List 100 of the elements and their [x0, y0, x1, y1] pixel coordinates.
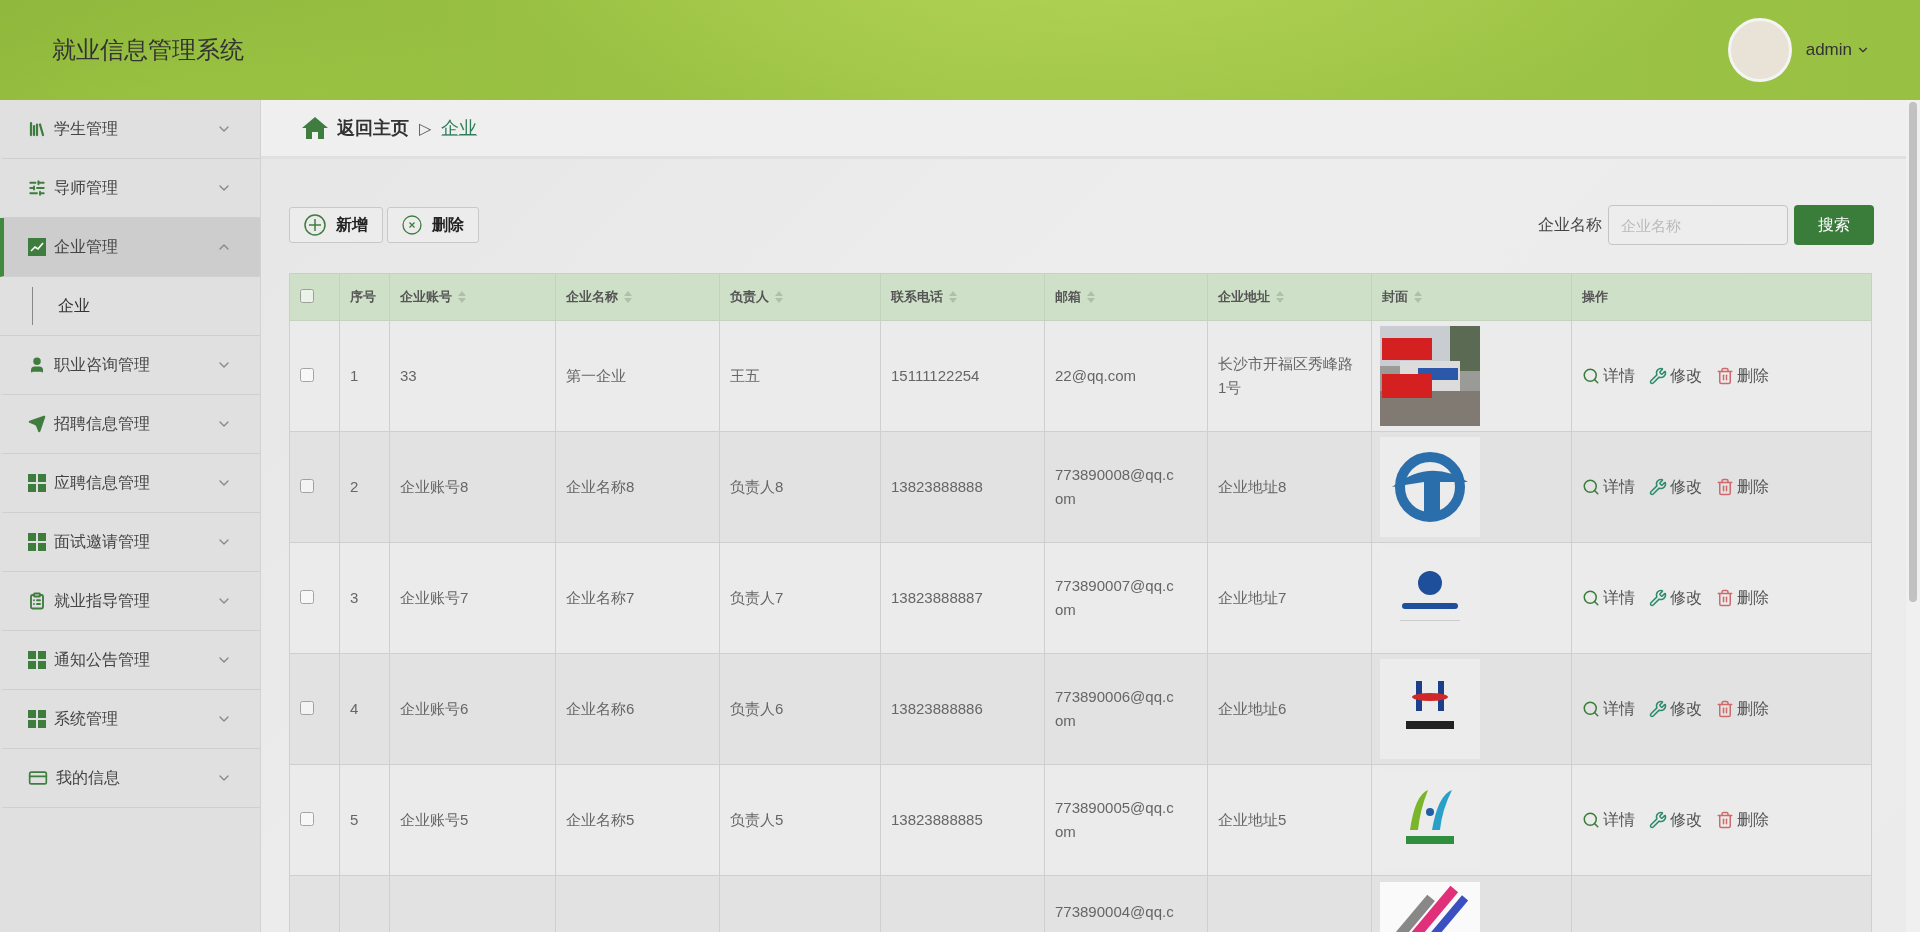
action-link[interactable]: 详情	[1582, 698, 1635, 720]
sort-icon[interactable]	[624, 291, 632, 303]
column-header[interactable]: 邮箱	[1044, 273, 1208, 321]
index-cell-text: 1	[350, 366, 360, 386]
search-icon	[1582, 700, 1600, 718]
sort-icon[interactable]	[1087, 291, 1095, 303]
index-cell-text: 4	[350, 699, 360, 719]
table-cell-text: 773890006@qq.com	[1055, 687, 1175, 731]
sort-icon[interactable]	[1276, 291, 1284, 303]
action-link[interactable]: 删除	[1716, 365, 1769, 387]
table-cell-text: 33	[400, 366, 418, 386]
grid-icon	[28, 710, 46, 728]
column-title: 企业地址	[1218, 288, 1270, 306]
table-cell-text: 王五	[730, 366, 761, 386]
action-link[interactable]: 修改	[1649, 698, 1702, 720]
clipboard-icon	[28, 592, 46, 610]
action-link[interactable]: 详情	[1582, 809, 1635, 831]
action-link[interactable]: 修改	[1649, 476, 1702, 498]
action-link[interactable]: 删除	[1716, 587, 1769, 609]
sidebar-item[interactable]: 企业管理	[0, 218, 260, 277]
trash-icon	[1716, 811, 1734, 829]
search-button[interactable]: 搜索	[1794, 205, 1874, 245]
search-icon	[1582, 589, 1600, 607]
search-label: 企业名称	[1538, 214, 1602, 235]
table-cell-text: 773890008@qq.com	[1055, 465, 1175, 509]
breadcrumb-separator: ▷	[419, 118, 432, 138]
row-checkbox[interactable]	[300, 589, 314, 604]
row-checkbox[interactable]	[300, 700, 314, 715]
action-link[interactable]: 修改	[1649, 365, 1702, 387]
column-header[interactable]: 企业名称	[555, 273, 720, 321]
table-cell-text: 负责人5	[730, 810, 785, 830]
row-checkbox[interactable]	[300, 478, 314, 493]
user-menu[interactable]: admin	[1805, 40, 1870, 60]
index-cell-text: 3	[350, 588, 360, 608]
sort-icon[interactable]	[458, 291, 466, 303]
search-icon	[1582, 367, 1600, 385]
sort-icon[interactable]	[949, 291, 957, 303]
column-header[interactable]: 封面	[1371, 273, 1572, 321]
table-cell-text: 13823888887	[891, 588, 984, 608]
x-circle-icon	[402, 215, 422, 235]
sliders-icon	[28, 179, 46, 197]
table-cell-text: 13823888886	[891, 699, 984, 719]
column-header[interactable]: 负责人	[719, 273, 881, 321]
index-cell-text: 2	[350, 477, 360, 497]
column-title: 联系电话	[891, 288, 943, 306]
search-icon	[1582, 478, 1600, 496]
action-link[interactable]: 详情	[1582, 365, 1635, 387]
wrench-icon	[1649, 589, 1667, 607]
column-title: 负责人	[730, 288, 769, 306]
table-cell-text: 企业账号6	[400, 699, 470, 719]
table-cell-text: 负责人6	[730, 699, 785, 719]
column-title: 邮箱	[1055, 288, 1081, 306]
table-cell-text: 企业名称8	[566, 477, 636, 497]
home-link[interactable]: 返回主页	[301, 116, 409, 140]
column-header[interactable]: 联系电话	[880, 273, 1045, 321]
column-header[interactable]: 企业地址	[1207, 273, 1372, 321]
books-icon	[28, 120, 46, 138]
paper-plane-icon	[28, 415, 46, 433]
card-icon	[28, 768, 48, 788]
grid-icon	[28, 474, 46, 492]
column-title: 企业名称	[566, 288, 618, 306]
plus-circle-icon	[304, 214, 326, 236]
column-title: 序号	[350, 289, 376, 304]
row-checkbox[interactable]	[300, 367, 314, 382]
action-link[interactable]: 详情	[1582, 476, 1635, 498]
table-cell-text: 22@qq.com	[1055, 366, 1138, 386]
trash-icon	[1716, 700, 1734, 718]
table-cell-text: 企业账号5	[400, 810, 470, 830]
action-link[interactable]: 详情	[1582, 587, 1635, 609]
table-cell-text: 13823888888	[891, 477, 984, 497]
wrench-icon	[1649, 367, 1667, 385]
table-cell-text: 773890004@qq.c	[1055, 902, 1175, 922]
scrollbar[interactable]	[1906, 100, 1920, 932]
action-link[interactable]: 修改	[1649, 587, 1702, 609]
action-link[interactable]: 删除	[1716, 698, 1769, 720]
table-cell-text: 15111122254	[891, 366, 981, 386]
search-icon	[1582, 811, 1600, 829]
action-link[interactable]: 删除	[1716, 809, 1769, 831]
action-link[interactable]: 修改	[1649, 809, 1702, 831]
home-label[interactable]: 返回主页	[337, 116, 409, 140]
delete-button[interactable]: 删除	[387, 207, 479, 243]
row-checkbox[interactable]	[300, 811, 314, 826]
table-cell-text: 第一企业	[566, 366, 627, 386]
table-cell-text: 企业地址7	[1218, 588, 1288, 608]
wrench-icon	[1649, 811, 1667, 829]
table-cell-text: 负责人8	[730, 477, 785, 497]
sort-icon[interactable]	[775, 291, 783, 303]
breadcrumb-current[interactable]: 企业	[441, 116, 478, 140]
column-header[interactable]: 企业账号	[389, 273, 556, 321]
select-all-checkbox[interactable]	[300, 288, 314, 303]
trash-icon	[1716, 589, 1734, 607]
table-cell-text: 长沙市开福区秀峰路1号	[1218, 354, 1354, 398]
action-link[interactable]: 删除	[1716, 476, 1769, 498]
home-icon	[301, 116, 329, 140]
column-title: 封面	[1382, 288, 1408, 306]
user-icon	[28, 356, 46, 374]
column-title: 操作	[1582, 289, 1608, 304]
index-cell-text: 5	[350, 810, 360, 830]
sort-icon[interactable]	[1414, 291, 1422, 303]
add-button[interactable]: 新增	[289, 207, 383, 243]
